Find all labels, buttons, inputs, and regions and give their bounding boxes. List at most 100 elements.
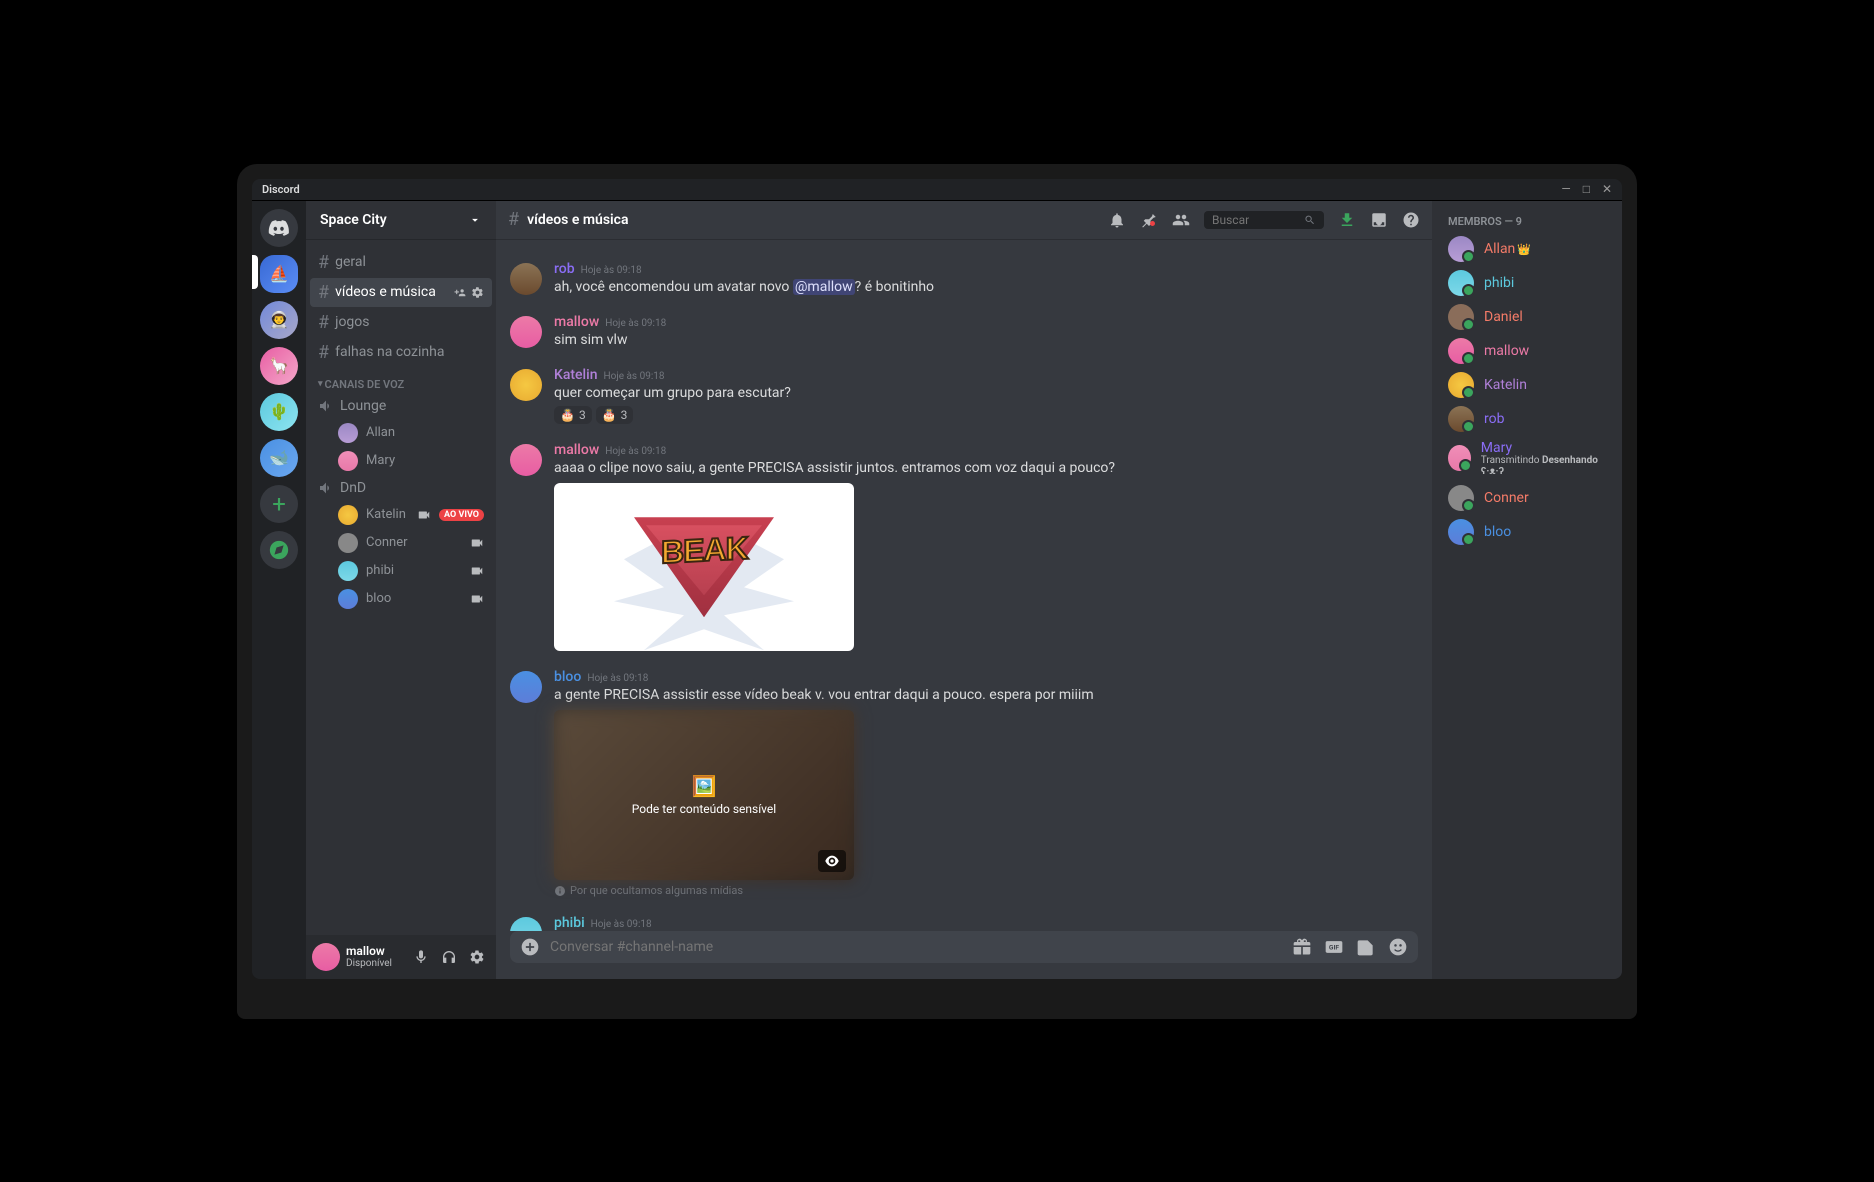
titlebar: Discord — □ ✕ — [252, 179, 1622, 201]
member-item[interactable]: Mary Transmitindo Desenhando ʕ·ᴥ·ʔ — [1440, 436, 1614, 481]
server-icon[interactable]: 🌵 — [260, 393, 298, 431]
minimize-button[interactable]: — — [1561, 182, 1570, 196]
text-channel-item[interactable]: # falhas na cozinha — [310, 338, 492, 367]
pinned-button[interactable] — [1140, 211, 1158, 229]
notifications-button[interactable] — [1108, 211, 1126, 229]
reaction-count: 3 — [579, 408, 586, 422]
text-channel-item[interactable]: # jogos — [310, 308, 492, 337]
message-input[interactable] — [550, 939, 1282, 955]
settings-button[interactable] — [464, 944, 490, 970]
discord-logo-icon — [268, 217, 290, 239]
member-item[interactable]: phibi — [1440, 266, 1614, 300]
member-item[interactable]: Katelin — [1440, 368, 1614, 402]
explore-button[interactable] — [260, 531, 298, 569]
reveal-button[interactable] — [818, 850, 846, 872]
message-author[interactable]: mallow — [554, 314, 599, 330]
avatar[interactable] — [510, 369, 542, 401]
avatar[interactable] — [510, 671, 542, 703]
message-author[interactable]: Katelin — [554, 367, 597, 383]
add-server-button[interactable]: + — [260, 485, 298, 523]
message-author[interactable]: bloo — [554, 669, 581, 685]
gift-button[interactable] — [1292, 937, 1312, 957]
gear-icon[interactable] — [471, 286, 484, 299]
server-icon[interactable]: 🦙 — [260, 347, 298, 385]
member-name: Katelin — [1484, 377, 1527, 393]
user-status: Disponível — [346, 958, 402, 969]
member-name: mallow — [1484, 343, 1529, 359]
avatar[interactable] — [510, 316, 542, 348]
voice-user[interactable]: bloo — [310, 585, 492, 613]
voice-user[interactable]: phibi — [310, 557, 492, 585]
chevron-down-icon — [468, 213, 482, 227]
avatar[interactable] — [510, 263, 542, 295]
message-author[interactable]: phibi — [554, 915, 585, 930]
member-item[interactable]: Conner — [1440, 481, 1614, 515]
server-icon-active[interactable]: ⛵ — [260, 255, 298, 293]
channel-title: vídeos e música — [527, 212, 1100, 228]
sensitive-text: Pode ter conteúdo sensível — [632, 802, 776, 816]
people-icon — [1172, 211, 1190, 229]
invite-icon[interactable] — [454, 286, 467, 299]
voice-user-name: Katelin — [366, 507, 409, 522]
member-item[interactable]: bloo — [1440, 515, 1614, 549]
voice-channel-item[interactable]: Lounge — [310, 394, 492, 418]
attachment-button[interactable] — [520, 937, 540, 957]
user-avatar[interactable] — [312, 943, 340, 971]
message-author[interactable]: mallow — [554, 442, 599, 458]
voice-category[interactable]: ▾ CANAIS DE VOZ — [310, 368, 492, 393]
reaction[interactable]: 🎂3 — [596, 406, 634, 424]
hash-icon: # — [318, 342, 329, 363]
emoji-button[interactable] — [1388, 937, 1408, 957]
mention[interactable]: @mallow — [793, 279, 855, 295]
message-text: sim sim vlw — [554, 331, 1418, 349]
sensitive-footer[interactable]: Por que ocultamos algumas mídias — [554, 884, 1418, 897]
member-name: phibi — [1484, 275, 1514, 291]
server-icon[interactable]: 🐋 — [260, 439, 298, 477]
member-item[interactable]: mallow — [1440, 334, 1614, 368]
chat-area: # vídeos e música rob — [496, 201, 1432, 979]
video-embed[interactable]: BEAK ▶ — [554, 483, 854, 651]
avatar[interactable] — [510, 917, 542, 930]
search-box[interactable] — [1204, 211, 1324, 229]
home-button[interactable] — [260, 209, 298, 247]
sticker-button[interactable] — [1356, 937, 1376, 957]
help-button[interactable] — [1402, 211, 1420, 229]
voice-user[interactable]: Mary — [310, 447, 492, 475]
message: Katelin Hoje às 09:18 quer começar um gr… — [496, 363, 1432, 428]
voice-channel-item[interactable]: DnD — [310, 476, 492, 500]
server-header[interactable]: Space City — [306, 201, 496, 239]
chat-input[interactable]: GIF — [510, 931, 1418, 963]
voice-user-name: bloo — [366, 591, 462, 606]
search-input[interactable] — [1212, 213, 1298, 227]
close-button[interactable]: ✕ — [1602, 182, 1612, 196]
voice-user[interactable]: Allan — [310, 419, 492, 447]
gif-button[interactable]: GIF — [1324, 937, 1344, 957]
deafen-button[interactable] — [436, 944, 462, 970]
member-item[interactable]: rob — [1440, 402, 1614, 436]
message-author[interactable]: rob — [554, 261, 575, 277]
messages-list[interactable]: rob Hoje às 09:18 ah, você encomendou um… — [496, 239, 1432, 931]
avatar — [1448, 445, 1471, 471]
voice-user[interactable]: Katelin AO VIVO — [310, 501, 492, 529]
mute-button[interactable] — [408, 944, 434, 970]
member-item[interactable]: Daniel — [1440, 300, 1614, 334]
channel-name: jogos — [335, 314, 484, 330]
compass-icon — [268, 539, 290, 561]
voice-user[interactable]: Conner — [310, 529, 492, 557]
download-button[interactable] — [1338, 211, 1356, 229]
video-icon — [470, 536, 484, 550]
inbox-button[interactable] — [1370, 211, 1388, 229]
text-channel-item[interactable]: # geral — [310, 248, 492, 277]
help-icon — [1402, 211, 1420, 229]
maximize-button[interactable]: □ — [1583, 182, 1590, 196]
server-icon[interactable]: 👨‍🚀 — [260, 301, 298, 339]
sensitive-embed[interactable]: 🖼️ Pode ter conteúdo sensível — [554, 710, 854, 880]
member-name: Mary — [1481, 440, 1606, 456]
user-info[interactable]: mallow Disponível — [346, 944, 402, 969]
avatar[interactable] — [510, 444, 542, 476]
text-channel-item[interactable]: # vídeos e música — [310, 278, 492, 307]
reaction[interactable]: 🎂3 — [554, 406, 592, 424]
member-item[interactable]: Allan👑 — [1440, 232, 1614, 266]
members-toggle-button[interactable] — [1172, 211, 1190, 229]
member-activity: Transmitindo Desenhando ʕ·ᴥ·ʔ — [1481, 455, 1606, 477]
